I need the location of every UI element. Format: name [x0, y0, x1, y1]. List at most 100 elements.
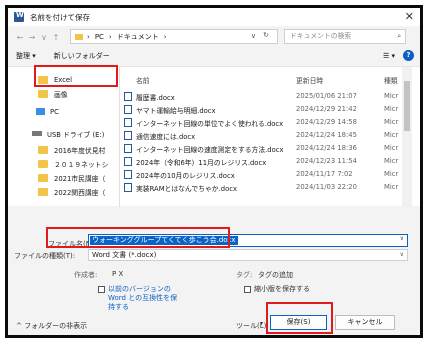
compat-option[interactable]: [98, 285, 105, 293]
hide-folders-label: フォルダーの非表示: [24, 322, 88, 330]
nav-item-folder[interactable]: 2016年度伏見村: [38, 143, 105, 156]
nav-item-label: 2021市民講座（: [54, 174, 106, 183]
search-icon: ⌕: [397, 32, 401, 40]
file-name: 2024年（令和6年）11月のレジリス.docx: [136, 159, 267, 167]
file-date: 2025/01/06 21:07: [296, 92, 357, 100]
tag-label: タグ:: [236, 271, 253, 279]
word-doc-icon: [124, 157, 132, 166]
hide-folders-toggle[interactable]: ^ フォルダーの非表示: [16, 321, 87, 331]
file-row[interactable]: 2024年（令和6年）11月のレジリス.docx 2024/12/23 11:5…: [122, 156, 412, 168]
save-as-dialog: 名前を付けて保存 ✕ ← → ∨ ↑ › PC › ドキュメント › ∨ ↻ ド…: [5, 5, 423, 338]
nav-item-label: Excel: [54, 75, 73, 84]
search-input[interactable]: ドキュメントの検索 ⌕: [284, 29, 406, 44]
file-list-scrollbar[interactable]: [402, 67, 412, 207]
word-doc-icon: [124, 144, 132, 153]
file-row[interactable]: 通信速度には.docx 2024/12/24 18:45 Micr: [122, 130, 412, 142]
browser-area: Excel 画像 PC USB ドライブ (E:) 2016年度伏見村 ２０１９…: [8, 66, 420, 207]
command-toolbar: 整理 ▾ 新しいフォルダー ☰ ▾ ?: [8, 48, 420, 64]
file-row[interactable]: 2024年の10月のレジリス.docx 2024/11/17 7:02 Micr: [122, 169, 412, 181]
folder-icon: [38, 89, 48, 98]
word-doc-icon: [124, 183, 132, 192]
tag-value[interactable]: タグの追加: [258, 270, 293, 280]
thumbnail-label: 縮小版を保存する: [254, 285, 310, 293]
word-doc-icon: [124, 170, 132, 179]
word-doc-icon: [124, 118, 132, 127]
file-type: Micr: [384, 144, 399, 152]
title-bar: 名前を付けて保存 ✕: [8, 8, 420, 26]
filename-value: ウォーキンググループてくてく歩こう会.docx: [90, 236, 238, 245]
file-row[interactable]: インターネット回線の速度測定をする方法.docx 2024/12/24 18:3…: [122, 143, 412, 155]
nav-item-usb-drive[interactable]: USB ドライブ (E:): [32, 127, 104, 140]
word-doc-icon: [124, 131, 132, 140]
address-row: ← → ∨ ↑ › PC › ドキュメント › ∨ ↻ ドキュメントの検索 ⌕: [8, 28, 420, 46]
filetype-value: Word 文書 (*.docx): [92, 251, 157, 259]
nav-item-images[interactable]: 画像: [38, 87, 68, 100]
word-doc-icon: [124, 92, 132, 101]
nav-item-label: 2022関西講座（: [54, 188, 106, 197]
file-type: Micr: [384, 92, 399, 100]
nav-item-label: 画像: [54, 90, 68, 99]
back-arrow-icon[interactable]: ←: [14, 33, 26, 42]
breadcrumb-separator: ›: [87, 32, 90, 41]
column-header-date[interactable]: 更新日時: [296, 75, 323, 85]
nav-item-excel[interactable]: Excel: [38, 73, 72, 86]
file-date: 2024/11/17 7:02: [296, 170, 353, 178]
thumbnail-checkbox[interactable]: [244, 285, 251, 293]
scrollbar-thumb[interactable]: [404, 81, 410, 131]
view-options-icon[interactable]: ☰ ▾: [383, 52, 395, 60]
file-row[interactable]: 実装RAMとはなんでちゃか.docx 2024/11/03 22:20 Micr: [122, 182, 412, 194]
up-arrow-icon[interactable]: ↑: [50, 33, 62, 42]
file-date: 2024/11/03 22:20: [296, 183, 357, 191]
file-name: ヤマト運輸給与明細.docx: [136, 107, 216, 115]
recent-dropdown-icon[interactable]: ∨: [38, 33, 50, 42]
nav-item-folder[interactable]: ２０１９ネットシ: [38, 157, 108, 170]
refresh-icon[interactable]: ↻: [263, 31, 269, 39]
navigation-pane: Excel 画像 PC USB ドライブ (E:) 2016年度伏見村 ２０１９…: [8, 67, 120, 207]
forward-arrow-icon[interactable]: →: [26, 33, 38, 42]
file-name: 通信速度には.docx: [136, 133, 196, 141]
column-header-type[interactable]: 種類: [384, 75, 398, 85]
breadcrumb-pc[interactable]: PC: [95, 33, 104, 41]
nav-item-label: USB ドライブ (E:): [47, 130, 105, 139]
file-type: Micr: [384, 131, 399, 139]
file-row[interactable]: ヤマト運輸給与明細.docx 2024/12/29 21:42 Micr: [122, 104, 412, 116]
filetype-select[interactable]: Word 文書 (*.docx) ∨: [88, 249, 408, 261]
nav-item-folder[interactable]: 2021市民講座（: [38, 171, 105, 184]
file-type: Micr: [384, 157, 399, 165]
address-dropdown-icon[interactable]: ∨: [251, 32, 256, 40]
file-name: インターネット回線の単位でよく使われる.docx: [136, 120, 284, 128]
file-name: 2024年の10月のレジリス.docx: [136, 172, 235, 180]
file-name: インターネット回線の速度測定をする方法.docx: [136, 146, 284, 154]
file-row[interactable]: 履歴書.docx 2025/01/06 21:07 Micr: [122, 91, 412, 103]
nav-item-pc[interactable]: PC: [36, 105, 59, 118]
organize-menu[interactable]: 整理 ▾: [16, 51, 36, 61]
cancel-button[interactable]: キャンセル: [335, 315, 395, 330]
new-folder-button[interactable]: 新しいフォルダー: [54, 51, 110, 61]
word-doc-icon: [124, 105, 132, 114]
file-list: 名前 更新日時 種類 履歴書.docx 2025/01/06 21:07 Mic…: [122, 67, 412, 207]
column-header-name[interactable]: 名前: [136, 75, 150, 85]
file-row[interactable]: インターネット回線の単位でよく使われる.docx 2024/12/29 14:5…: [122, 117, 412, 129]
nav-item-folder[interactable]: 2022関西講座（: [38, 185, 105, 198]
breadcrumb-documents[interactable]: ドキュメント: [117, 32, 159, 42]
tools-dropdown-icon[interactable]: ▾: [260, 320, 263, 327]
file-date: 2024/12/24 18:45: [296, 131, 357, 139]
compat-checkbox[interactable]: [98, 285, 105, 293]
file-name: 履歴書.docx: [136, 94, 175, 102]
thumbnail-option[interactable]: [244, 285, 251, 293]
close-icon[interactable]: ✕: [405, 10, 414, 23]
word-app-icon: [14, 11, 24, 22]
filename-dropdown-icon[interactable]: ∨: [400, 235, 404, 242]
help-icon[interactable]: ?: [403, 50, 414, 61]
nav-item-label: 2016年度伏見村: [54, 146, 106, 155]
file-date: 2024/12/29 14:58: [296, 118, 357, 126]
compat-line-3: 持する: [108, 303, 129, 311]
filename-input[interactable]: ウォーキンググループてくてく歩こう会.docx ∨: [88, 234, 408, 247]
save-button[interactable]: 保存(S): [270, 315, 327, 330]
address-bar[interactable]: › PC › ドキュメント › ∨ ↻: [70, 29, 278, 44]
dialog-title: 名前を付けて保存: [30, 12, 90, 22]
nav-item-label: PC: [50, 107, 59, 116]
folder-small-icon: [75, 33, 83, 40]
author-value[interactable]: P X: [112, 270, 123, 278]
folder-icon: [38, 173, 48, 182]
